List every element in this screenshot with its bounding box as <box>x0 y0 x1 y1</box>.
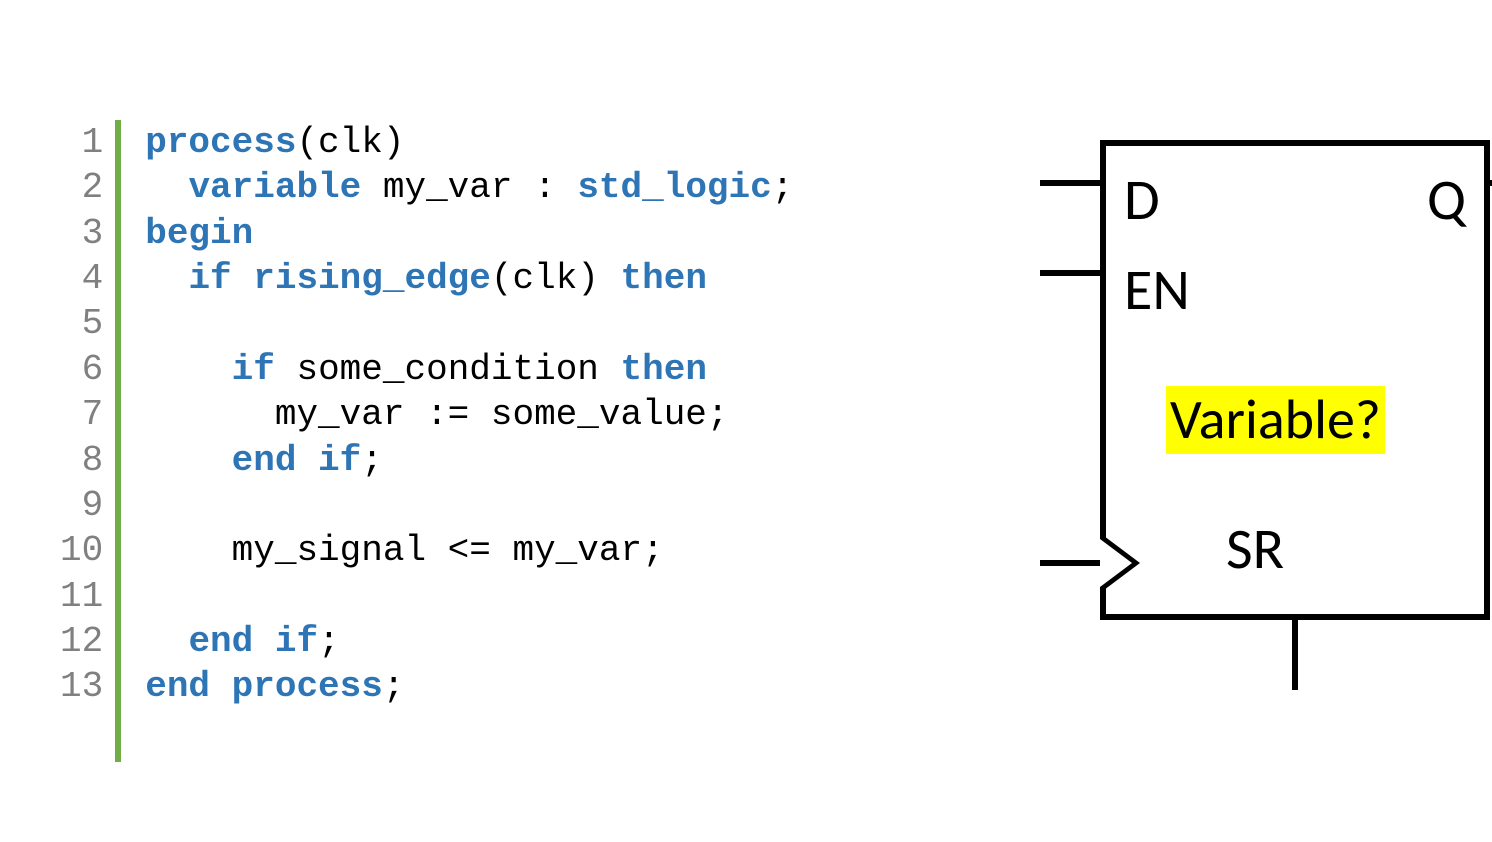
code-line <box>145 301 793 346</box>
wire-d <box>1040 180 1100 186</box>
code-line: begin <box>145 211 793 256</box>
code-token <box>145 621 188 662</box>
slide-container: 12345678910111213 process(clk) variable … <box>0 0 1492 842</box>
code-token: my_signal <= my_var; <box>145 530 663 571</box>
code-token: ; <box>361 440 383 481</box>
line-number: 12 <box>60 619 103 664</box>
code-line: if some_condition then <box>145 347 793 392</box>
line-number: 13 <box>60 664 103 709</box>
code-line <box>145 483 793 528</box>
keyword-token: std_logic <box>577 167 771 208</box>
code-token <box>145 349 231 390</box>
code-token: my_var : <box>361 167 577 208</box>
code-line: if rising_edge(clk) then <box>145 256 793 301</box>
code-line: my_var := some_value; <box>145 392 793 437</box>
code-line: my_signal <= my_var; <box>145 528 793 573</box>
code-line: process(clk) <box>145 120 793 165</box>
code-token: (clk) <box>491 258 621 299</box>
code-token <box>145 440 231 481</box>
port-label-q: Q <box>1427 164 1466 235</box>
line-number: 1 <box>60 120 103 165</box>
port-label-en: EN <box>1124 254 1190 325</box>
keyword-token: then <box>621 349 707 390</box>
line-number: 10 <box>60 528 103 573</box>
keyword-token: then <box>621 258 707 299</box>
keyword-token: if rising_edge <box>188 258 490 299</box>
port-label-sr: SR <box>1226 513 1284 584</box>
code-line: variable my_var : std_logic; <box>145 165 793 210</box>
keyword-token: end process <box>145 666 383 707</box>
code-token: my_var := some_value; <box>145 394 728 435</box>
wire-clk <box>1040 560 1100 566</box>
line-number: 11 <box>60 574 103 619</box>
code-token: (clk) <box>296 122 404 163</box>
code-panel: 12345678910111213 process(clk) variable … <box>60 120 930 762</box>
line-number: 3 <box>60 211 103 256</box>
port-label-d: D <box>1124 164 1160 235</box>
line-number: 6 <box>60 347 103 392</box>
highlight-variable: Variable? <box>1166 386 1385 454</box>
line-number: 9 <box>60 483 103 528</box>
code-token <box>145 167 188 208</box>
code-token: ; <box>383 666 405 707</box>
line-number: 4 <box>60 256 103 301</box>
code-line: end if; <box>145 438 793 483</box>
code-line <box>145 574 793 619</box>
keyword-token: begin <box>145 213 253 254</box>
line-number: 5 <box>60 301 103 346</box>
code-token: ; <box>318 621 340 662</box>
keyword-token: end if <box>232 440 362 481</box>
keyword-token: variable <box>188 167 361 208</box>
code-line: end process; <box>145 664 793 709</box>
keyword-token: process <box>145 122 296 163</box>
line-number: 7 <box>60 392 103 437</box>
flipflop-diagram: D Q EN Variable? SR <box>930 120 1432 762</box>
flipflop-box: D Q EN Variable? SR <box>1100 140 1490 620</box>
line-number: 2 <box>60 165 103 210</box>
line-number: 8 <box>60 438 103 483</box>
code-body: process(clk) variable my_var : std_logic… <box>121 120 793 762</box>
clock-edge-icon-fill <box>1100 539 1132 587</box>
code-token: ; <box>772 167 794 208</box>
wire-en <box>1040 270 1100 276</box>
code-token: some_condition <box>275 349 621 390</box>
wire-sr <box>1292 620 1298 690</box>
keyword-token: if <box>232 349 275 390</box>
code-token <box>145 258 188 299</box>
keyword-token: end if <box>188 621 318 662</box>
code-line: end if; <box>145 619 793 664</box>
line-number-gutter: 12345678910111213 <box>60 120 121 762</box>
